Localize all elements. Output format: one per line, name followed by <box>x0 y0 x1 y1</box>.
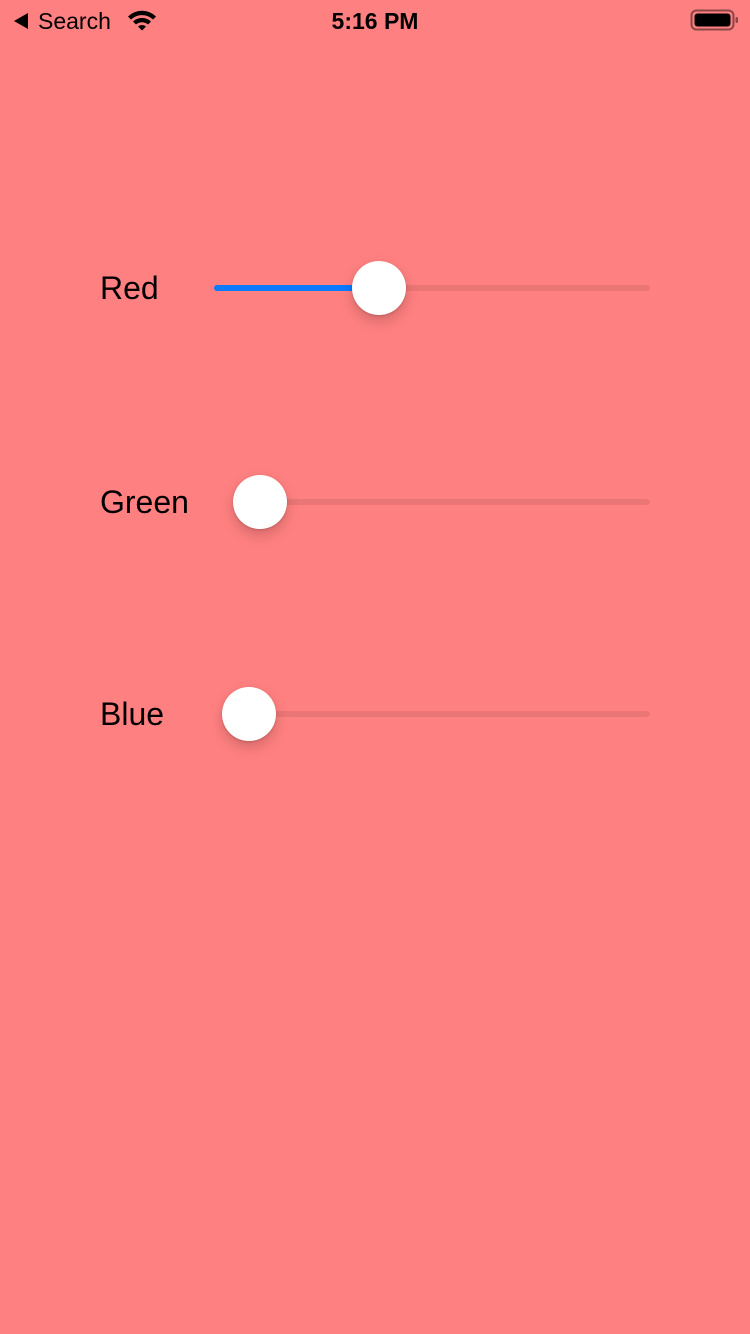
blue-slider-label: Blue <box>100 696 165 732</box>
green-slider-label: Green <box>100 484 189 520</box>
status-time: 5:16 PM <box>331 8 419 34</box>
blue-slider-thumb[interactable] <box>222 687 276 741</box>
blue-slider-track <box>222 711 650 717</box>
green-slider[interactable] <box>233 475 650 529</box>
blue-slider-row: Blue <box>100 684 650 744</box>
red-slider-thumb[interactable] <box>351 261 406 315</box>
status-bar: Search 5:16 PM <box>0 0 750 40</box>
green-slider-track <box>233 499 650 505</box>
red-slider-row: Red <box>100 258 650 318</box>
red-slider[interactable] <box>214 261 650 315</box>
battery-icon <box>690 9 738 31</box>
green-slider-thumb[interactable] <box>233 475 287 529</box>
blue-slider[interactable] <box>222 687 650 741</box>
green-slider-row: Green <box>100 472 650 532</box>
red-slider-label: Red <box>100 270 159 306</box>
